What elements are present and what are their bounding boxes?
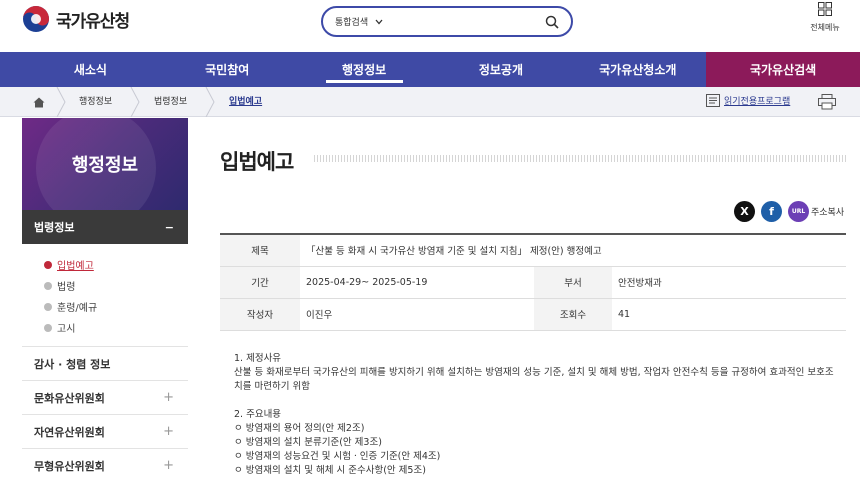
body-paragraph: 치를 마련하기 위함: [234, 381, 310, 392]
list-item: ㅇ 방염재의 성능요건 및 시험ㆍ인증 기준(안 제4조): [234, 451, 441, 462]
document-icon: [706, 94, 720, 107]
search-icon[interactable]: [545, 15, 559, 29]
all-menu-label: 전체메뉴: [810, 23, 840, 32]
list-item: ㅇ 방염재의 용어 정의(안 제2조): [234, 423, 365, 434]
table-row: 작성자 이진우 조회수 41: [220, 298, 846, 331]
breadcrumb-separator-icon: [205, 87, 215, 117]
collapse-icon: −: [164, 220, 174, 234]
sidebar-item-intangible-committee[interactable]: 무형유산위원회 +: [22, 449, 188, 479]
search-box[interactable]: 통합검색: [321, 6, 573, 37]
gnb-item-participation[interactable]: 국민참여: [159, 52, 296, 87]
sidebar-item-label: 입법예고: [57, 261, 94, 272]
sidebar-item-legislative-notice[interactable]: 입법예고: [44, 254, 188, 275]
breadcrumb-current[interactable]: 입법예고: [229, 87, 262, 117]
main-navigation: 새소식 국민참여 행정정보 정보공개 국가유산청소개 국가유산검색: [0, 52, 860, 87]
author-value: 이진우: [300, 298, 534, 331]
sidebar-section-law-info[interactable]: 법령정보 −: [22, 210, 188, 244]
taegeuk-logo-icon: [23, 6, 49, 32]
grid-menu-icon: [818, 2, 832, 16]
sidebar-item-notices[interactable]: 고시: [44, 317, 188, 338]
gnb-item-about[interactable]: 국가유산청소개: [569, 52, 706, 87]
sidebar-item-label: 무형유산위원회: [34, 459, 105, 473]
views-value: 41: [612, 298, 846, 331]
sidebar-item-label: 감사 · 청렴 정보: [34, 357, 111, 371]
title-label: 제목: [220, 234, 300, 267]
period-label: 기간: [220, 266, 300, 299]
sidebar-item-label: 자연유산위원회: [34, 425, 105, 439]
department-label: 부서: [534, 266, 612, 299]
bullet-icon: [44, 281, 52, 290]
expand-icon: +: [163, 458, 174, 473]
title-value: 「산불 등 화재 시 국가유산 방염재 기준 및 설치 지침」 제정(안) 행정…: [300, 234, 846, 267]
gnb-item-heritage-search[interactable]: 국가유산검색: [706, 52, 860, 87]
expand-icon: +: [163, 424, 174, 439]
bullet-icon: [44, 323, 52, 332]
home-link[interactable]: [22, 87, 56, 117]
table-row: 제목 「산불 등 화재 시 국가유산 방염재 기준 및 설치 지침」 제정(안)…: [220, 234, 846, 267]
breadcrumb-item[interactable]: 행정정보: [79, 87, 112, 117]
post-info-table: 제목 「산불 등 화재 시 국가유산 방염재 기준 및 설치 지침」 제정(안)…: [220, 233, 846, 331]
sidebar-item-label: 문화유산위원회: [34, 391, 105, 405]
search-scope-select[interactable]: 통합검색: [335, 15, 368, 28]
bullet-icon: [44, 302, 52, 311]
gnb-item-disclosure[interactable]: 정보공개: [433, 52, 570, 87]
logo-text: 국가유산청: [56, 11, 130, 32]
sidebar-section-label: 법령정보: [34, 221, 75, 234]
gnb-spacer: [0, 52, 22, 87]
reader-program-label: 읽기전용프로그램: [724, 97, 791, 107]
list-item: ㅇ 방염재의 설치 및 해체 시 준수사항(안 제5조): [234, 465, 426, 476]
sidebar: 행정정보 법령정보 − 입법예고 법령 훈령/예규 고시 감사 · 청렴 정보 …: [22, 118, 188, 479]
breadcrumb-separator-icon: [56, 87, 66, 117]
gnb-item-news[interactable]: 새소식: [22, 52, 159, 87]
breadcrumb: 행정정보 법령정보 입법예고 읽기전용프로그램: [0, 87, 860, 117]
url-copy-icon[interactable]: URL: [788, 201, 809, 222]
author-label: 작성자: [220, 298, 300, 331]
section-heading: 1. 제정사유: [234, 353, 282, 364]
sidebar-submenu: 입법예고 법령 훈령/예규 고시: [22, 244, 188, 347]
site-header: 국가유산청 통합검색 전체메뉴: [0, 0, 860, 52]
x-share-icon[interactable]: X: [734, 201, 755, 222]
title-divider: [314, 155, 846, 162]
breadcrumb-item[interactable]: 법령정보: [154, 87, 187, 117]
gnb-item-admin-info[interactable]: 행정정보: [296, 52, 433, 87]
period-value: 2025-04-29~ 2025-05-19: [300, 266, 534, 299]
facebook-share-icon[interactable]: f: [761, 201, 782, 222]
department-value: 안전방재과: [612, 266, 846, 299]
reader-program-link[interactable]: 읽기전용프로그램: [706, 94, 790, 107]
sidebar-item-label: 훈령/예규: [57, 303, 98, 314]
share-bar: X f URL 주소복사: [734, 201, 844, 222]
sidebar-item-label: 고시: [57, 324, 76, 335]
page-title: 입법예고: [220, 150, 294, 174]
body-paragraph: 산불 등 화재로부터 국가유산의 피해를 방지하기 위해 설치하는 방염재의 성…: [234, 367, 834, 378]
expand-icon: +: [163, 390, 174, 405]
table-row: 기간 2025-04-29~ 2025-05-19 부서 안전방재과: [220, 266, 846, 299]
sidebar-header: 행정정보: [22, 118, 188, 210]
chevron-down-icon: [375, 19, 383, 24]
sidebar-item-laws[interactable]: 법령: [44, 275, 188, 296]
sidebar-item-label: 법령: [57, 282, 76, 293]
bullet-icon: [44, 260, 52, 269]
sidebar-item-directives[interactable]: 훈령/예규: [44, 296, 188, 317]
copy-address-label[interactable]: 주소복사: [811, 205, 844, 218]
section-heading: 2. 주요내용: [234, 409, 282, 420]
post-body: 1. 제정사유 산불 등 화재로부터 국가유산의 피해를 방지하기 위해 설치하…: [234, 352, 844, 478]
print-icon[interactable]: [818, 94, 836, 110]
list-item: ㅇ 방염재의 설치 분류기준(안 제3조): [234, 437, 382, 448]
home-icon: [33, 97, 45, 107]
all-menu-button[interactable]: 전체메뉴: [808, 2, 842, 33]
breadcrumb-separator-icon: [130, 87, 140, 117]
sidebar-title: 행정정보: [71, 155, 139, 176]
views-label: 조회수: [534, 298, 612, 331]
sidebar-item-cultural-committee[interactable]: 문화유산위원회 +: [22, 381, 188, 415]
sidebar-item-audit[interactable]: 감사 · 청렴 정보: [22, 347, 188, 381]
site-logo[interactable]: 국가유산청: [22, 5, 130, 33]
sidebar-item-natural-committee[interactable]: 자연유산위원회 +: [22, 415, 188, 449]
